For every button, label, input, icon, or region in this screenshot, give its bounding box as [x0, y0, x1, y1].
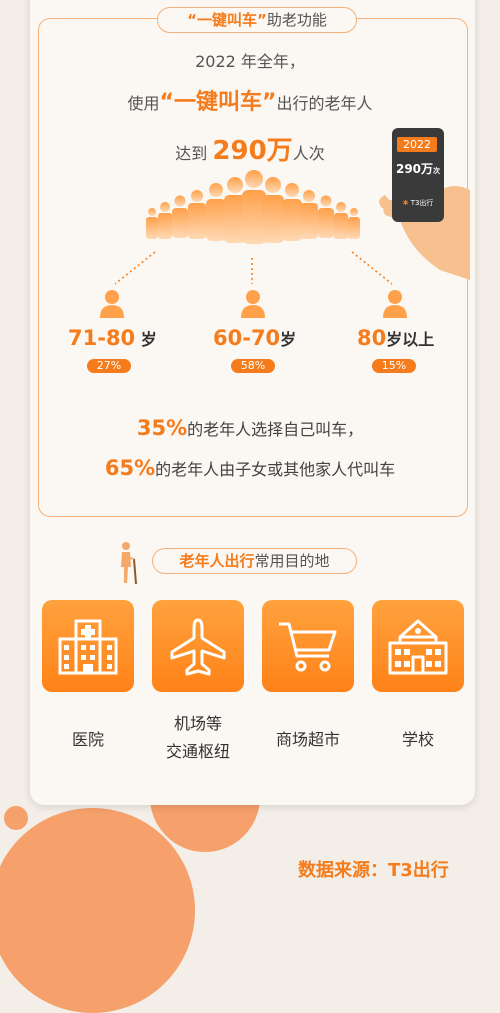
- stat-text: 的老年人选择自己叫车，: [187, 420, 364, 439]
- age-range: 60-70: [213, 326, 281, 350]
- stat-self-booking: 35%的老年人选择自己叫车，: [0, 416, 500, 440]
- school-icon: [388, 619, 448, 675]
- age-suffix: 岁以上: [386, 330, 435, 349]
- destination-label: 学校: [401, 730, 434, 749]
- percent-badge: 58%: [231, 359, 275, 373]
- destination-tile-hospital: [42, 600, 134, 692]
- destination-tile-mall: [262, 600, 354, 692]
- age-range: 80: [357, 326, 387, 350]
- destination-tile-airport: [152, 600, 244, 692]
- person-icon: [241, 290, 265, 318]
- age-group-71-80: 71-80 岁: [68, 326, 157, 350]
- connector-lines: [114, 251, 393, 285]
- age-group-60-70: 60-70岁: [213, 326, 296, 350]
- section-title-rest: 常用目的地: [254, 552, 330, 570]
- data-source: 数据来源：T3出行: [298, 860, 449, 881]
- elderly-walker-icon: [121, 542, 137, 585]
- percent-badge: 27%: [87, 359, 131, 373]
- age-suffix: 岁: [280, 330, 297, 349]
- decorative-circle-small: [4, 806, 28, 830]
- destination-label: 商场超市: [275, 730, 340, 749]
- airplane-icon: [170, 618, 226, 676]
- shopping-cart-icon: [279, 622, 337, 672]
- hospital-icon: [58, 619, 118, 675]
- decorative-circle-large: [0, 808, 195, 1013]
- age-group-80-plus: 80岁以上: [357, 326, 434, 350]
- destination-label: 医院: [71, 730, 104, 749]
- stat-value: 65%: [104, 456, 156, 480]
- destination-label-line: 交通枢纽: [165, 742, 230, 761]
- destination-label-line: 机场等: [173, 714, 222, 733]
- section-title-destinations: 老年人出行常用目的地: [152, 548, 357, 574]
- person-icon: [383, 290, 407, 318]
- age-suffix: 岁: [135, 330, 157, 349]
- destination-tile-school: [372, 600, 464, 692]
- person-icon: [100, 290, 124, 318]
- destination-label: 机场等 交通枢纽: [138, 710, 258, 766]
- stat-value: 35%: [136, 416, 188, 440]
- section-title-highlight: 老年人出行: [179, 552, 255, 570]
- stat-family-booking: 65%的老年人由子女或其他家人代叫车: [0, 456, 500, 480]
- age-range: 71-80: [68, 326, 136, 350]
- stat-text: 的老年人由子女或其他家人代叫车: [155, 460, 396, 479]
- percent-badge: 15%: [372, 359, 416, 373]
